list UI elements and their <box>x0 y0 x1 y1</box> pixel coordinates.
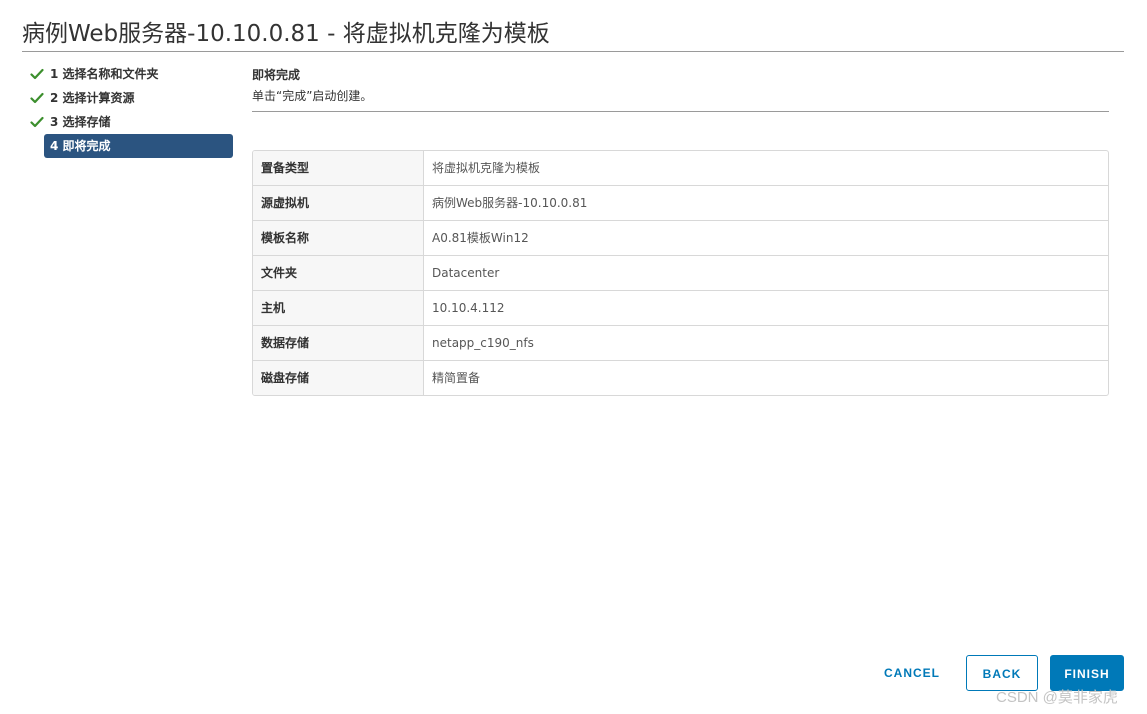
table-row: 模板名称 A0.81模板Win12 <box>253 220 1108 255</box>
check-icon <box>30 62 44 86</box>
clone-wizard-dialog: 病例Web服务器-10.10.0.81 - 将虚拟机克隆为模板 1 选择名称和文… <box>0 0 1147 714</box>
row-value: A0.81模板Win12 <box>432 231 529 245</box>
row-label: 置备类型 <box>253 151 424 185</box>
row-label: 模板名称 <box>253 221 424 255</box>
table-row: 主机 10.10.4.112 <box>253 290 1108 325</box>
wizard-steps: 1 选择名称和文件夹 2 选择计算资源 3 选择存储 4 即将完成 <box>30 62 233 158</box>
watermark: CSDN @莫非家虎 <box>996 689 1118 706</box>
cancel-button[interactable]: CANCEL <box>876 655 948 691</box>
row-value: netapp_c190_nfs <box>432 336 534 350</box>
summary-table: 置备类型 将虚拟机克隆为模板 源虚拟机 病例Web服务器-10.10.0.81 … <box>252 150 1109 396</box>
main-content: 即将完成 单击“完成”启动创建。 <box>252 66 1109 112</box>
table-row: 源虚拟机 病例Web服务器-10.10.0.81 <box>253 185 1108 220</box>
table-row: 数据存储 netapp_c190_nfs <box>253 325 1108 360</box>
section-heading: 即将完成 <box>252 68 301 82</box>
step-label: 1 选择名称和文件夹 <box>50 67 159 81</box>
step-select-storage[interactable]: 3 选择存储 <box>30 110 233 134</box>
table-row: 磁盘存储 精简置备 <box>253 360 1108 395</box>
row-label: 文件夹 <box>253 256 424 290</box>
row-value: Datacenter <box>432 266 500 280</box>
check-icon <box>30 110 44 134</box>
step-label: 2 选择计算资源 <box>50 91 135 105</box>
row-label: 源虚拟机 <box>253 186 424 220</box>
row-label: 数据存储 <box>253 326 424 360</box>
check-icon <box>30 86 44 110</box>
section-subheading: 单击“完成”启动创建。 <box>252 89 373 103</box>
step-select-name-folder[interactable]: 1 选择名称和文件夹 <box>30 62 233 86</box>
title-divider <box>22 51 1124 52</box>
row-value: 10.10.4.112 <box>432 301 505 315</box>
content-divider <box>252 111 1109 112</box>
table-row: 置备类型 将虚拟机克隆为模板 <box>253 151 1108 185</box>
row-label: 主机 <box>253 291 424 325</box>
step-label: 3 选择存储 <box>50 115 111 129</box>
table-row: 文件夹 Datacenter <box>253 255 1108 290</box>
row-value: 将虚拟机克隆为模板 <box>432 161 541 175</box>
dialog-title: 病例Web服务器-10.10.0.81 - 将虚拟机克隆为模板 <box>22 21 550 47</box>
row-value: 病例Web服务器-10.10.0.81 <box>432 196 588 210</box>
row-label: 磁盘存储 <box>253 361 424 395</box>
step-select-compute-resource[interactable]: 2 选择计算资源 <box>30 86 233 110</box>
row-value: 精简置备 <box>432 371 481 385</box>
step-ready-to-complete[interactable]: 4 即将完成 <box>44 134 233 158</box>
step-label: 4 即将完成 <box>50 139 111 153</box>
